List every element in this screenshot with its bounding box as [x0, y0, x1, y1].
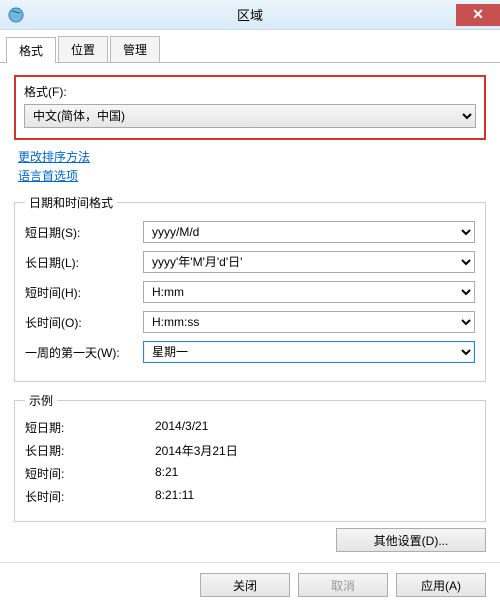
tab-admin[interactable]: 管理: [110, 36, 160, 62]
language-prefs-link[interactable]: 语言首选项: [18, 167, 486, 184]
titlebar: 区域 ✕: [0, 0, 500, 30]
first-day-label: 一周的第一天(W):: [25, 344, 143, 361]
ex-long-date-value: 2014年3月21日: [155, 442, 238, 459]
datetime-format-group: 日期和时间格式 短日期(S): yyyy/M/d 长日期(L): yyyy'年'…: [14, 194, 486, 382]
cancel-button[interactable]: 取消: [298, 573, 388, 597]
ex-long-time-value: 8:21:11: [155, 488, 194, 505]
close-window-button[interactable]: ✕: [456, 4, 500, 26]
format-highlight-box: 格式(F): 中文(简体，中国): [14, 75, 486, 140]
first-day-select[interactable]: 星期一: [143, 341, 475, 363]
ex-short-time-label: 短时间:: [25, 465, 155, 482]
long-date-label: 长日期(L):: [25, 254, 143, 271]
close-icon: ✕: [472, 6, 484, 23]
format-select[interactable]: 中文(简体，中国): [24, 104, 476, 128]
tab-location[interactable]: 位置: [58, 36, 108, 62]
long-time-label: 长时间(O):: [25, 314, 143, 331]
ex-long-date-label: 长日期:: [25, 442, 155, 459]
other-settings-button[interactable]: 其他设置(D)...: [336, 528, 486, 552]
close-button[interactable]: 关闭: [200, 573, 290, 597]
short-time-select[interactable]: H:mm: [143, 281, 475, 303]
inner-button-bar: 其他设置(D)...: [14, 528, 486, 552]
tab-format[interactable]: 格式: [6, 37, 56, 63]
example-group: 示例 短日期: 2014/3/21 长日期: 2014年3月21日 短时间: 8…: [14, 392, 486, 522]
short-date-select[interactable]: yyyy/M/d: [143, 221, 475, 243]
window-title: 区域: [237, 5, 263, 24]
bottom-button-bar: 关闭 取消 应用(A): [0, 562, 500, 609]
ex-short-date-value: 2014/3/21: [155, 419, 208, 436]
apply-button[interactable]: 应用(A): [396, 573, 486, 597]
link-group: 更改排序方法 语言首选项: [14, 148, 486, 184]
datetime-legend: 日期和时间格式: [25, 194, 117, 211]
region-icon: [8, 7, 24, 23]
tabstrip: 格式 位置 管理: [0, 30, 500, 63]
ex-short-date-label: 短日期:: [25, 419, 155, 436]
short-date-label: 短日期(S):: [25, 224, 143, 241]
short-time-label: 短时间(H):: [25, 284, 143, 301]
change-sort-link[interactable]: 更改排序方法: [18, 148, 486, 165]
ex-long-time-label: 长时间:: [25, 488, 155, 505]
format-label: 格式(F):: [24, 83, 476, 100]
content-panel: 格式(F): 中文(简体，中国) 更改排序方法 语言首选项 日期和时间格式 短日…: [0, 63, 500, 562]
long-time-select[interactable]: H:mm:ss: [143, 311, 475, 333]
ex-short-time-value: 8:21: [155, 465, 178, 482]
example-legend: 示例: [25, 392, 57, 409]
long-date-select[interactable]: yyyy'年'M'月'd'日': [143, 251, 475, 273]
